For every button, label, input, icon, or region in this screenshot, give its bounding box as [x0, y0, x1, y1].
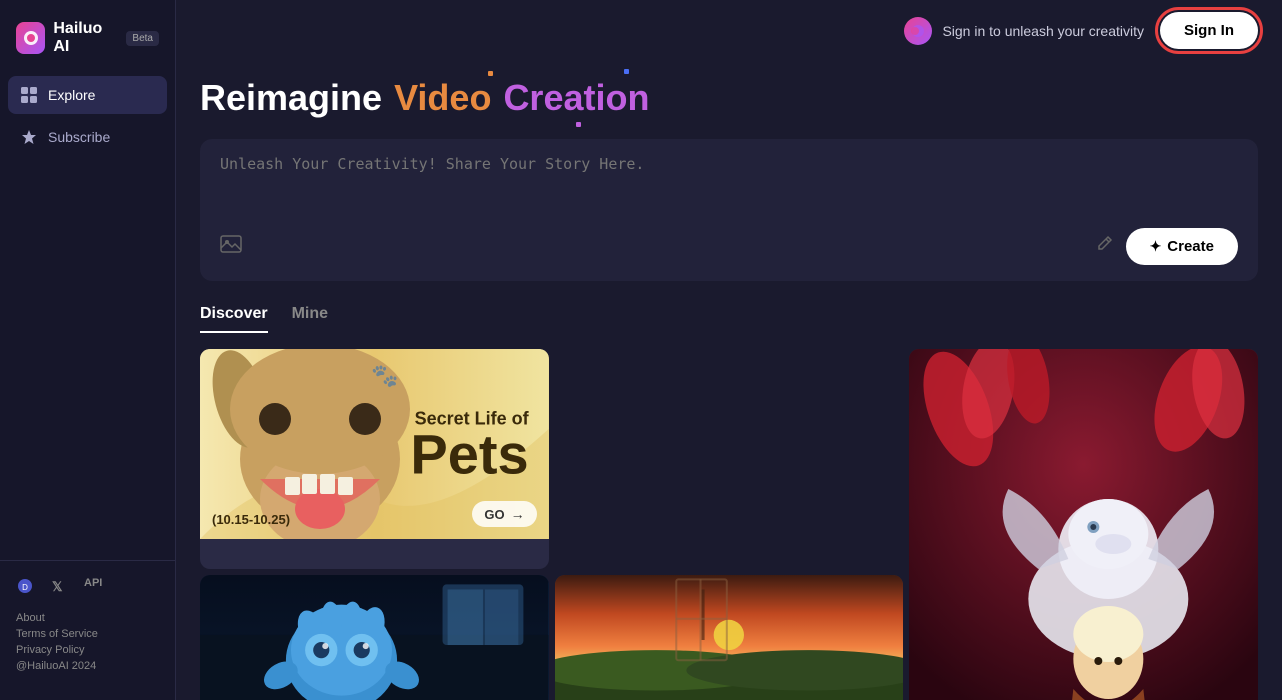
image-upload-icon[interactable] — [220, 233, 242, 261]
input-right-actions: ✦ Create — [1094, 228, 1238, 265]
social-links: D 𝕏 API — [16, 577, 159, 600]
tab-discover[interactable]: Discover — [200, 305, 268, 333]
pets-title: Pets — [410, 429, 528, 479]
dot-decoration-orange — [488, 71, 493, 76]
hero-heading: Reimagine Video Creation — [200, 77, 1258, 119]
hero-video: Video — [394, 77, 491, 119]
sidebar-item-subscribe[interactable]: Subscribe — [8, 118, 167, 156]
input-actions: ✦ Create — [220, 228, 1238, 265]
hero-creation: Creation — [503, 77, 649, 119]
content-tabs: Discover Mine — [200, 305, 1258, 333]
tos-link[interactable]: Terms of Service — [16, 628, 159, 640]
paw-icon: 🐾 — [371, 363, 398, 389]
create-label: Create — [1167, 238, 1214, 255]
header: Sign in to unleash your creativity Sign … — [176, 0, 1282, 61]
subscribe-icon — [20, 128, 38, 146]
twitter-icon[interactable]: 𝕏 — [50, 577, 68, 600]
sidebar-item-explore[interactable]: Explore — [8, 76, 167, 114]
privacy-link[interactable]: Privacy Policy — [16, 644, 159, 656]
prompt-input-area: ✦ Create — [200, 139, 1258, 281]
tab-mine[interactable]: Mine — [292, 305, 328, 333]
logo-icon — [16, 22, 45, 54]
copyright: @HailuoAI 2024 — [16, 660, 159, 672]
about-link[interactable]: About — [16, 612, 159, 624]
api-link[interactable]: API — [84, 577, 102, 600]
promo-icon — [904, 17, 932, 45]
promo-area: Sign in to unleash your creativity — [904, 17, 1144, 45]
sidebar: Hailuo AI Beta Explore Subscribe — [0, 0, 176, 700]
explore-label: Explore — [48, 87, 95, 103]
gallery-grid: Secret Life of Pets 🐾 (10.15-10.25) GO → — [200, 349, 1258, 700]
hero-reimagine: Reimagine — [200, 77, 382, 119]
dot-decoration-blue — [624, 69, 629, 74]
explore-icon — [20, 86, 38, 104]
go-badge[interactable]: GO → — [472, 501, 536, 527]
edit-icon[interactable] — [1094, 234, 1114, 259]
prompt-textarea[interactable] — [220, 155, 1238, 215]
main-content: Sign in to unleash your creativity Sign … — [176, 0, 1282, 700]
beta-badge: Beta — [126, 31, 159, 46]
gallery-item-sunset[interactable] — [555, 575, 904, 700]
gallery-item-blue-monster[interactable] — [200, 575, 549, 700]
pets-date: (10.15-10.25) — [212, 512, 290, 527]
promo-text: Sign in to unleash your creativity — [942, 23, 1144, 39]
discord-icon[interactable]: D — [16, 577, 34, 600]
gallery-item-pets-banner[interactable]: Secret Life of Pets 🐾 (10.15-10.25) GO → — [200, 349, 549, 569]
go-arrow-icon: → — [511, 506, 525, 522]
svg-text:𝕏: 𝕏 — [52, 579, 63, 594]
go-label: GO — [484, 507, 504, 522]
create-star-icon: ✦ — [1150, 238, 1162, 255]
footer-links: About Terms of Service Privacy Policy @H… — [16, 612, 159, 672]
logo-area: Hailuo AI Beta — [0, 12, 175, 72]
sign-in-button[interactable]: Sign In — [1160, 12, 1258, 49]
content-area: Reimagine Video Creation — [176, 61, 1282, 700]
app-name: Hailuo AI — [53, 20, 116, 56]
dot-decoration-purple — [576, 122, 581, 127]
svg-text:D: D — [22, 583, 28, 592]
gallery-item-dragon-boy[interactable]: MINIMAX | @ hailuo AI — [909, 349, 1258, 700]
sidebar-footer: D 𝕏 API About Terms of Service Privacy P… — [0, 560, 175, 688]
sidebar-nav: Explore Subscribe — [0, 72, 175, 560]
subscribe-label: Subscribe — [48, 129, 110, 145]
create-button[interactable]: ✦ Create — [1126, 228, 1238, 265]
